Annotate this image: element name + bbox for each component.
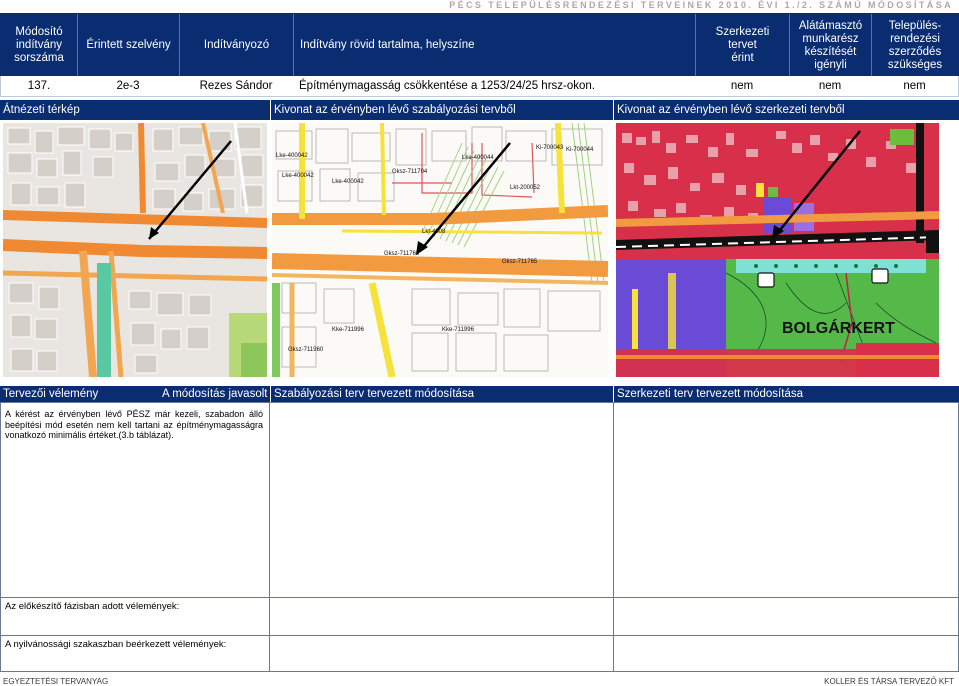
- header-tervezoi: Tervezői vélemény: [3, 388, 99, 400]
- table-row: 137. 2e-3 Rezes Sándor Építménymagasság …: [0, 76, 959, 97]
- note-elokeszito: Az előkészítő fázisban adott vélemények:: [5, 601, 180, 612]
- structural-plan-map: BOLGÁRKERT: [616, 123, 939, 377]
- zone-label: Lke-400042: [282, 173, 314, 179]
- row-szerkezeti: nem: [730, 80, 754, 92]
- row-number: 137.: [27, 80, 51, 92]
- note-nyilvanossagi: A nyilvánossági szakaszban beérkezett vé…: [5, 639, 227, 650]
- bottom-header-band: Tervezői vélemény A módosítás javasolt S…: [0, 386, 959, 402]
- footer-left: EGYEZTETÉSI TERVANYAG: [3, 677, 109, 686]
- col-tartalom: Indítvány rövid tartalma, helyszíne: [293, 14, 695, 77]
- map-header-atnezeti: Átnézeti térkép: [3, 104, 80, 116]
- zone-label: Ki-700043: [536, 145, 564, 151]
- zone-label: Gksz-711704: [392, 169, 428, 175]
- col-alatamaszto: Alátámasztó munkarész készítését igényli: [789, 14, 871, 77]
- row-tartalom: Építménymagasság csökkentése a 1253/24/2…: [299, 80, 595, 92]
- col-inditvanyozo: Indítványozó: [179, 14, 293, 77]
- structural-change-column: [614, 403, 949, 671]
- bottom-grid: A kérést az érvényben lévő PÉSZ már keze…: [0, 402, 959, 672]
- opinion-column: A kérést az érvényben lévő PÉSZ már keze…: [1, 403, 270, 671]
- zone-label: Gksz-711765: [384, 251, 420, 257]
- header-szabalyozasi-modositas: Szabályozási terv tervezett módosítása: [270, 386, 612, 402]
- bolgarkert-label: BOLGÁRKERT: [782, 318, 895, 337]
- regulatory-plan-map: Lke-400042 Lke-400042 Lke-400042 Gksz-71…: [272, 123, 608, 377]
- header-javasolt: A módosítás javasolt: [162, 388, 268, 400]
- map-header-band: Átnézeti térkép Kivonat az érvényben lév…: [0, 100, 959, 120]
- zone-label: Lkt-200052: [510, 185, 541, 191]
- zone-label: Lke-400044: [462, 155, 494, 161]
- divider: [1, 635, 958, 636]
- zone-label: Kke-711996: [332, 327, 365, 333]
- col-modosito: Módosító indítvány sorszáma: [14, 26, 64, 64]
- map-header-szabalyozasi: Kivonat az érvényben lévő szabályozási t…: [270, 100, 612, 120]
- row-alatamaszto: nem: [818, 80, 842, 92]
- designer-opinion: A kérést az érvényben lévő PÉSZ már keze…: [5, 409, 263, 440]
- zone-label: Ki-700044: [566, 147, 594, 153]
- footer: EGYEZTETÉSI TERVANYAG KOLLER ÉS TÁRSA TE…: [0, 677, 959, 686]
- col-erintett: Érintett szelvény: [77, 14, 179, 77]
- footer-right: KOLLER ÉS TÁRSA TERVEZŐ KFT: [824, 677, 954, 686]
- table-header: Módosító indítvány sorszáma Érintett sze…: [0, 13, 959, 77]
- col-telepules: Település-rendezési szerződés szükséges: [871, 14, 958, 77]
- divider: [1, 597, 958, 598]
- zone-label: Lke-400042: [276, 153, 308, 159]
- regulatory-change-column: [270, 403, 614, 671]
- row-inditvanyozo: Rezes Sándor: [199, 80, 273, 92]
- zone-label: Gksz-711960: [288, 347, 324, 353]
- row-szelveny: 2e-3: [116, 80, 140, 92]
- col-szerkezeti: Szerkezeti tervet érint: [695, 14, 789, 77]
- zone-label: Kke-711996: [442, 327, 475, 333]
- zone-label: Gksz-711765: [502, 259, 538, 265]
- row-telepules: nem: [903, 80, 926, 92]
- document-title: PÉCS TELEPÜLÉSRENDEZÉSI TERVEINEK 2010. …: [449, 0, 953, 10]
- overview-map: [3, 123, 267, 377]
- zone-label: Lke-400042: [332, 179, 364, 185]
- map-header-szerkezeti: Kivonat az érvényben lévő szerkezeti ter…: [613, 100, 959, 120]
- map-panels: Lke-400042 Lke-400042 Lke-400042 Gksz-71…: [0, 120, 959, 380]
- header-szerkezeti-modositas: Szerkezeti terv tervezett módosítása: [613, 386, 959, 402]
